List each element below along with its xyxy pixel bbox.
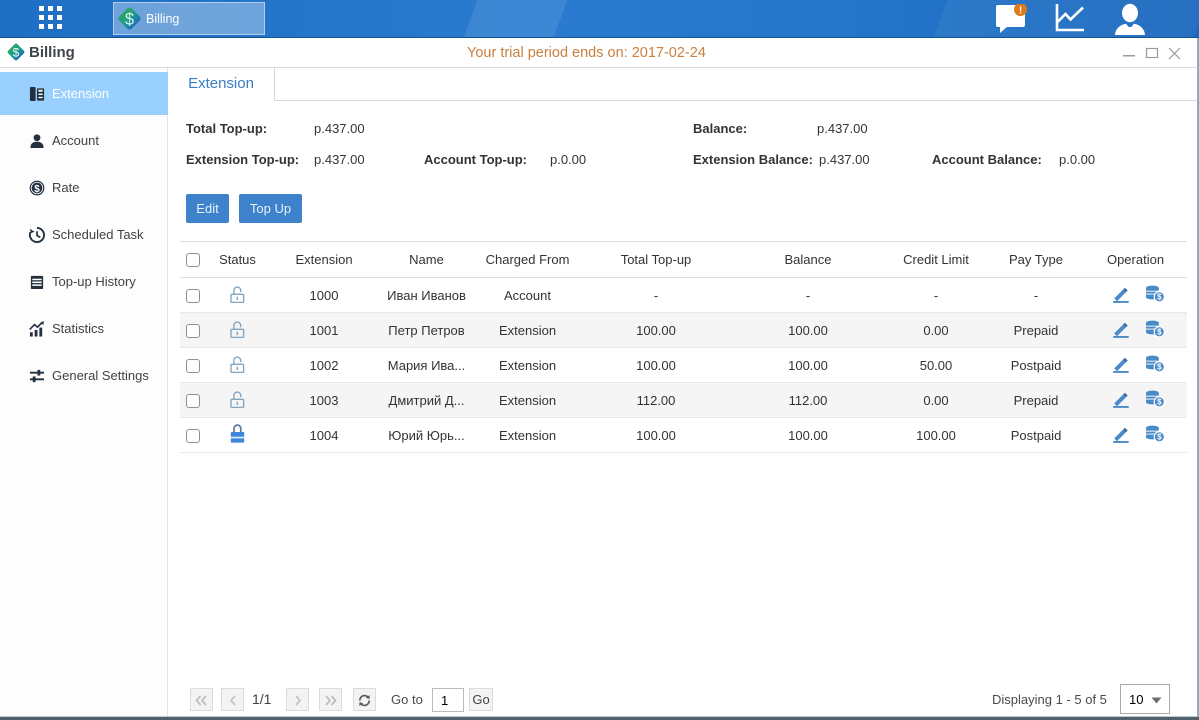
svg-text:$: $	[1157, 292, 1162, 301]
svg-text:$: $	[1157, 362, 1162, 371]
svg-text:!: !	[1019, 6, 1022, 17]
svg-text:$: $	[34, 183, 40, 194]
svg-text:$: $	[13, 46, 20, 60]
svg-text:$: $	[1157, 432, 1162, 441]
svg-text:$: $	[125, 10, 134, 28]
svg-text:$: $	[1157, 397, 1162, 406]
svg-text:$: $	[1157, 327, 1162, 336]
